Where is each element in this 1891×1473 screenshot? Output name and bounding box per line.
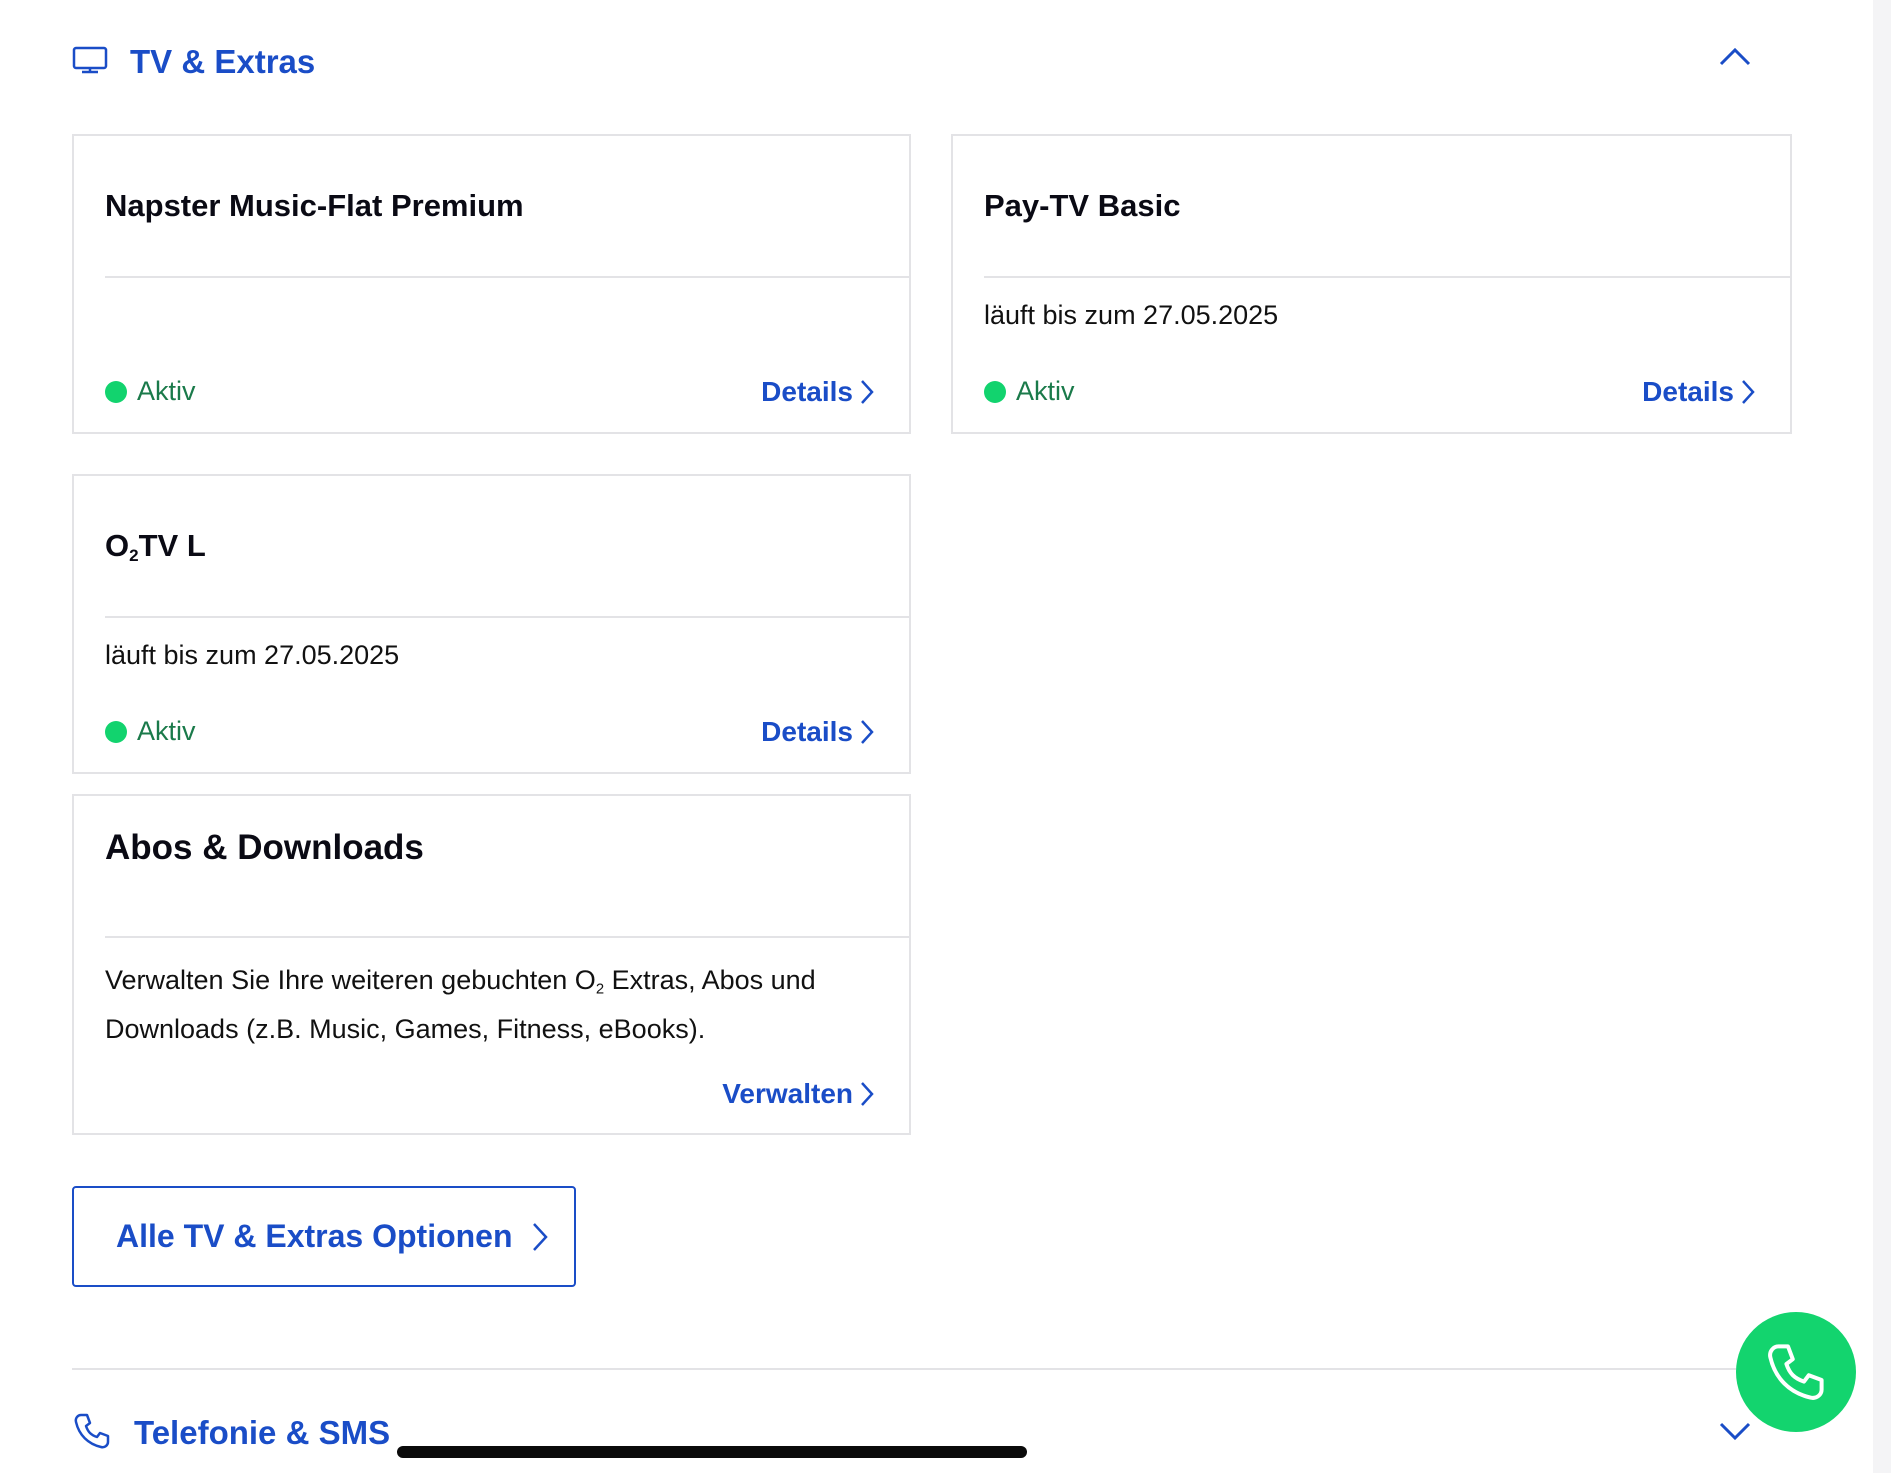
all-tv-extras-options-button[interactable]: Alle TV & Extras Optionen [72,1186,576,1287]
status-dot-icon [105,720,127,743]
chevron-right-icon [532,1222,548,1251]
card-divider [105,936,909,938]
abos-description-line2: Downloads (z.B. Music, Games, Fitness, e… [105,1014,706,1045]
chevron-right-icon [861,1082,874,1106]
verwalten-link[interactable]: Verwalten [722,1078,875,1110]
status-label: Aktiv [137,376,196,406]
phone-icon [1768,1344,1824,1400]
chevron-right-icon [1742,380,1755,404]
chevron-right-icon [861,380,874,404]
status-badge: Aktiv [984,376,1075,407]
all-options-label: Alle TV & Extras Optionen [116,1218,513,1254]
details-link[interactable]: Details [1642,376,1756,408]
telefonie-sms-section-title: Telefonie & SMS [134,1414,391,1451]
details-link[interactable]: Details [761,376,875,408]
card-divider [105,276,909,278]
abos-description: Verwalten Sie Ihre weiteren gebuchten O2… [105,960,816,1049]
card-title: O2TV L [105,528,206,566]
verwalten-link-label: Verwalten [722,1078,853,1109]
phone-icon [72,1411,112,1456]
status-label: Aktiv [137,716,196,746]
details-link-label: Details [761,376,853,407]
abos-text-part2: Extras, Abos und [604,965,816,995]
details-link[interactable]: Details [761,716,875,748]
card-divider [105,616,909,618]
card-title: Abos & Downloads [105,828,424,867]
status-badge: Aktiv [105,716,196,747]
pay-tv-card: Pay-TV Basic läuft bis zum 27.05.2025 Ak… [951,134,1792,434]
o2-tv-l-card: O2TV L läuft bis zum 27.05.2025 Aktiv De… [72,474,911,774]
status-dot-icon [105,380,127,403]
abos-downloads-card: Abos & Downloads Verwalten Sie Ihre weit… [72,794,911,1135]
card-title: Napster Music-Flat Premium [105,188,524,223]
telefonie-sms-section-header[interactable]: Telefonie & SMS [72,1403,390,1463]
section-divider [72,1368,1792,1370]
card-title: Pay-TV Basic [984,188,1181,223]
details-link-label: Details [761,716,853,747]
title-suffix: TV L [138,528,206,563]
card-divider [984,276,1790,278]
call-fab-button[interactable] [1736,1312,1856,1432]
tv-icon [72,45,108,80]
abos-text-part1: Verwalten Sie Ihre weiteren gebuchten O [105,965,596,995]
details-link-label: Details [1642,376,1734,407]
tv-extras-section-header[interactable]: TV & Extras [72,32,315,92]
tv-extras-section-title: TV & Extras [130,43,316,80]
abos-description-line1: Verwalten Sie Ihre weiteren gebuchten O2… [105,960,816,1009]
home-indicator [397,1446,1027,1458]
chevron-right-icon [861,720,874,744]
chevron-down-icon[interactable] [1715,1410,1755,1450]
status-dot-icon [984,380,1006,403]
status-label: Aktiv [1016,376,1075,406]
card-runtime: läuft bis zum 27.05.2025 [984,300,1279,330]
status-badge: Aktiv [105,376,196,407]
title-subscript: 2 [129,546,139,566]
napster-card: Napster Music-Flat Premium Aktiv Details [72,134,911,434]
chevron-up-icon[interactable] [1715,38,1755,78]
abos-text-subscript: 2 [595,981,605,998]
card-runtime: läuft bis zum 27.05.2025 [105,640,400,670]
title-prefix: O [105,528,130,563]
scrollbar-track[interactable] [1873,0,1891,1473]
